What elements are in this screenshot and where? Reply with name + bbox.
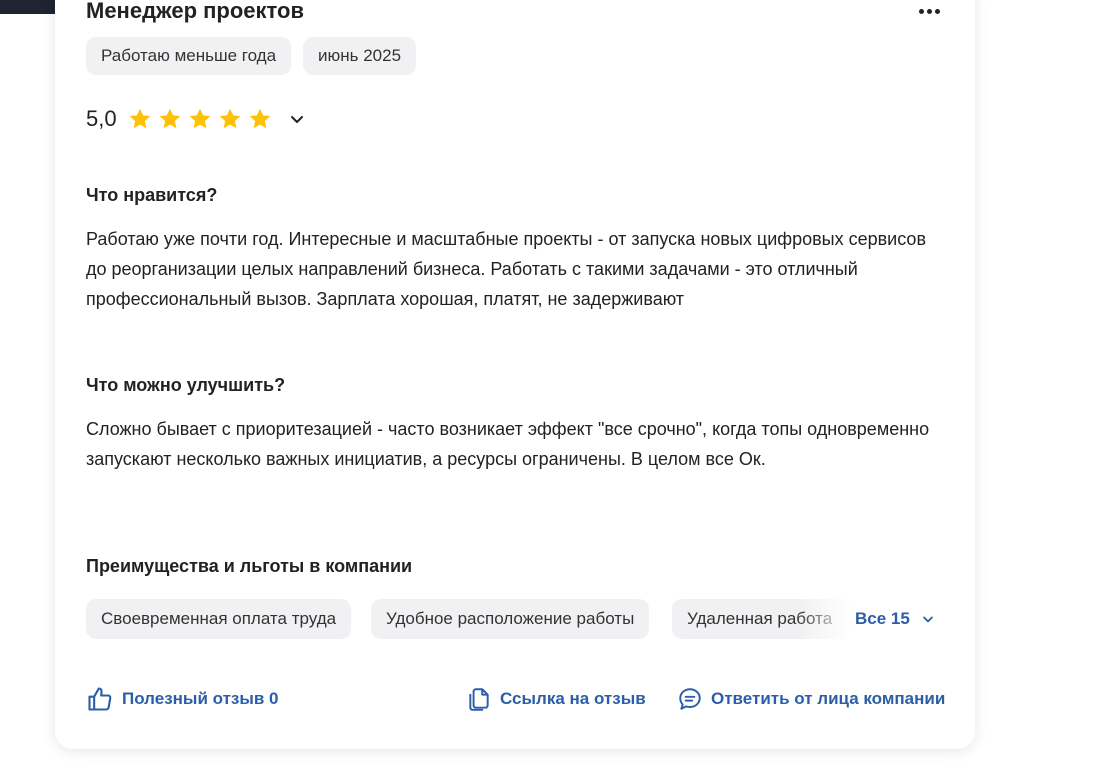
- likes-title: Что нравится?: [86, 185, 218, 205]
- star-icon: [129, 108, 150, 129]
- chevron-down-icon[interactable]: [287, 109, 307, 129]
- more-dot-icon: [918, 8, 924, 14]
- date-tag: июнь 2025: [303, 37, 417, 75]
- star-icon: [159, 108, 180, 129]
- more-dot-icon: [926, 8, 932, 14]
- star-icon: [219, 108, 240, 129]
- helpful-review-button[interactable]: Полезный отзыв 0: [86, 684, 279, 714]
- rating-value: 5,0: [86, 106, 117, 131]
- reply-as-company-label: Ответить от лица компании: [711, 689, 946, 708]
- reply-as-company-button[interactable]: Ответить от лица компании: [677, 684, 945, 714]
- more-options-button[interactable]: [913, 0, 945, 22]
- improve-title: Что можно улучшить?: [86, 375, 286, 395]
- benefit-chip: Удобное расположение работы: [371, 599, 650, 639]
- improve-text: Сложно бывает с приоритезацией - часто в…: [86, 419, 930, 469]
- likes-text: Работаю уже почти год. Интересные и масш…: [86, 229, 927, 309]
- thumbs-up-icon: [88, 687, 112, 711]
- review-link-button[interactable]: Ссылка на отзыв: [466, 684, 646, 714]
- all-benefits-label: Все 15: [855, 609, 910, 628]
- helpful-review-label: Полезный отзыв 0: [122, 689, 279, 708]
- more-dot-icon: [934, 8, 940, 14]
- all-benefits-button[interactable]: Все 15: [855, 599, 936, 639]
- review-link-label: Ссылка на отзыв: [500, 689, 646, 708]
- benefits-title: Преимущества и льготы в компании: [86, 556, 413, 576]
- benefit-chip: Своевременная оплата труда: [86, 599, 352, 639]
- chat-bubble-icon: [679, 688, 701, 710]
- benefit-chip: Удаленная работа: [672, 599, 852, 639]
- job-title: Менеджер проектов: [86, 0, 305, 23]
- rating-stars: [127, 106, 273, 132]
- tenure-tag: Работаю меньше года: [86, 37, 292, 75]
- star-icon: [189, 108, 210, 129]
- rating-row: 5,0: [86, 103, 307, 135]
- star-icon: [249, 108, 270, 129]
- copy-link-icon: [469, 688, 489, 711]
- chevron-down-icon: [922, 616, 933, 623]
